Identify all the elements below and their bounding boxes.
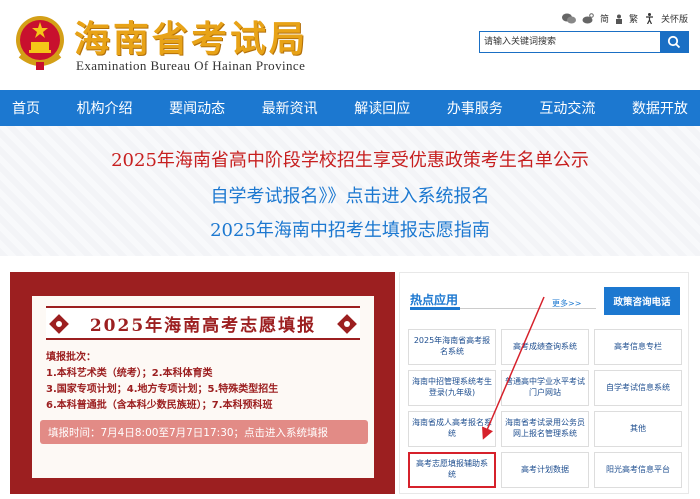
promo-enter-system-bar[interactable]: 填报时间：7月4日8:00至7月7日17:30；点击进入系统填报 — [40, 420, 368, 444]
title-underline — [410, 307, 460, 310]
app-score-query[interactable]: 高考成绩查询系统 — [501, 329, 589, 365]
search-icon — [667, 35, 681, 49]
accessibility-icon — [645, 13, 653, 24]
search-input[interactable] — [480, 32, 660, 52]
nav-item-about[interactable]: 机构介绍 — [77, 98, 133, 118]
app-gaokao-registration[interactable]: 2025年海南省高考报名系统 — [408, 329, 496, 365]
app-zhongkao-management[interactable]: 海南中招管理系统考生登录(九年级) — [408, 370, 496, 406]
promo-title-bar: 2025年海南高考志愿填报 — [46, 306, 360, 340]
hot-apps-panel: 热点应用 更多>> 政策咨询电话 2025年海南省高考报名系统 高考成绩查询系统… — [399, 272, 689, 494]
search-button[interactable] — [660, 32, 688, 52]
announcement-link-3[interactable]: 2025年海南中招考生填报志愿指南 — [0, 216, 700, 242]
app-volunteer-filling-assistant[interactable]: 高考志愿填报辅助系统 — [408, 452, 496, 488]
promo-subtitle: 填报批次： — [46, 352, 96, 363]
nav-item-interaction[interactable]: 互动交流 — [539, 98, 595, 118]
site-logo-subtitle: Examination Bureau Of Hainan Province — [76, 58, 306, 73]
main-nav: 首页 机构介绍 要闻动态 最新资讯 解读回应 办事服务 互动交流 数据开放 — [0, 90, 700, 126]
promo-line-2: 3.国家专项计划；4.地方专项计划；5.特殊类型招生 — [46, 384, 279, 395]
nav-item-news[interactable]: 要闻动态 — [169, 98, 225, 118]
app-sunshine-gaokao[interactable]: 阳光高考信息平台 — [594, 452, 682, 488]
promo-inner: 2025年海南高考志愿填报 填报批次： 1.本科艺术类（统考）；2.本科体育类 … — [32, 296, 374, 478]
app-self-study-exam[interactable]: 自学考试信息系统 — [594, 370, 682, 406]
promo-title: 2025年海南高考志愿填报 — [89, 316, 317, 336]
person-icon — [615, 14, 622, 24]
announcement-link-2[interactable]: 自学考试报名》》点击进入系统报名 — [0, 182, 700, 208]
nav-item-interpretation[interactable]: 解读回应 — [354, 98, 410, 118]
top-links: 简 繁 关怀版 — [561, 12, 688, 25]
nav-item-home[interactable]: 首页 — [12, 98, 40, 118]
app-other[interactable]: 其他 — [594, 411, 682, 447]
nav-item-services[interactable]: 办事服务 — [447, 98, 503, 118]
more-link[interactable]: 更多>> — [552, 298, 581, 309]
site-logo-text[interactable]: 海南省考试局 — [74, 10, 308, 62]
app-civil-servant-exam[interactable]: 海南省考试录用公务员网上报名管理系统 — [501, 411, 589, 447]
promo-line-1: 1.本科艺术类（统考）；2.本科体育类 — [46, 368, 213, 379]
app-academic-test-portal[interactable]: 普通高中学业水平考试门户网站 — [501, 370, 589, 406]
national-emblem-icon — [16, 16, 64, 70]
app-adult-gaokao[interactable]: 海南省成人高考报名系统 — [408, 411, 496, 447]
policy-hotline-button[interactable]: 政策咨询电话 — [604, 287, 680, 315]
care-mode-link[interactable]: 关怀版 — [661, 12, 688, 25]
gaokao-promo-card[interactable]: 2025年海南高考志愿填报 填报批次： 1.本科艺术类（统考）；2.本科体育类 … — [10, 272, 395, 494]
hot-apps-title: 热点应用 — [410, 293, 459, 307]
search-box — [479, 31, 689, 53]
announcement-banner: 2025年海南省高中阶段学校招生享受优惠政策考生名单公示 自学考试报名》》点击进… — [0, 126, 700, 256]
traditional-chinese-link[interactable]: 繁 — [629, 12, 638, 25]
nav-item-latest[interactable]: 最新资讯 — [262, 98, 318, 118]
wechat-icon[interactable] — [561, 13, 576, 24]
nav-item-open-data[interactable]: 数据开放 — [632, 98, 688, 118]
app-gaokao-plan-data[interactable]: 高考计划数据 — [501, 452, 589, 488]
promo-line-3: 6.本科普通批（含本科少数民族班）；7.本科预科班 — [46, 400, 273, 411]
app-gaokao-info[interactable]: 高考信息专栏 — [594, 329, 682, 365]
hot-apps-grid: 2025年海南省高考报名系统 高考成绩查询系统 高考信息专栏 海南中招管理系统考… — [408, 329, 682, 488]
announcement-link-1[interactable]: 2025年海南省高中阶段学校招生享受优惠政策考生名单公示 — [0, 146, 700, 172]
weibo-icon[interactable] — [582, 13, 594, 24]
simplified-chinese-link[interactable]: 简 — [600, 12, 609, 25]
site-header: 海南省考试局 Examination Bureau Of Hainan Prov… — [0, 0, 700, 88]
